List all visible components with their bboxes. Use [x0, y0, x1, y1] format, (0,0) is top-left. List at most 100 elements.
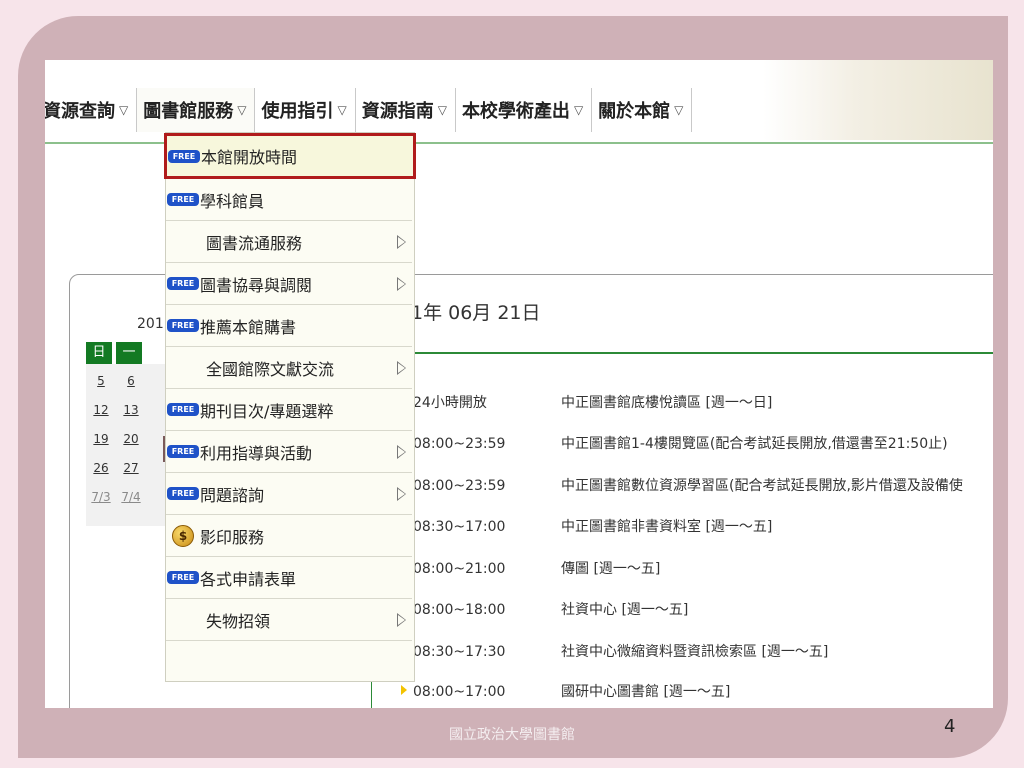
calendar-day[interactable]: 19: [86, 432, 116, 446]
calendar-day[interactable]: 13: [116, 403, 146, 417]
calendar-weekday: 日: [86, 342, 112, 364]
calendar-day[interactable]: 27: [116, 461, 146, 475]
nav-item-label: 關於本館: [598, 101, 671, 122]
caret-down-icon: ▽: [573, 103, 584, 117]
hours-row: 24小時開放 中正圖書館底樓悅讀區 [週一～日]: [413, 392, 772, 412]
calendar-day[interactable]: 5: [86, 374, 116, 388]
hours-time: 08:00~18:00: [413, 602, 506, 618]
date-title: 1年 06月 21日: [411, 302, 541, 324]
hours-time: 08:00~21:00: [413, 561, 506, 577]
nav-item-label: 圖書館服務: [143, 101, 234, 122]
browser-screenshot: 資源查詢 ▽ 圖書館服務 ▽ 使用指引 ▽ 資源指南 ▽ 本校學術產出 ▽ 關於…: [45, 60, 993, 708]
nav-item-resource-search[interactable]: 資源查詢 ▽: [45, 88, 138, 132]
dropdown-item-label: 全國館際文獻交流: [206, 359, 335, 379]
dropdown-item-label: 問題諮詢: [200, 485, 265, 505]
calendar-header: 日 一: [86, 342, 166, 364]
free-icon: FREE: [166, 277, 200, 290]
library-services-dropdown: FREE 本館開放時間 FREE 學科館員 圖書流通服務 FREE 圖書協尋與調…: [164, 132, 416, 682]
free-icon: FREE: [167, 149, 201, 163]
dropdown-item-label: 本館開放時間: [201, 148, 298, 167]
dropdown-item-lost-and-found[interactable]: 失物招領: [166, 599, 412, 641]
free-icon: FREE: [166, 193, 200, 206]
hours-row: 08:00~17:00 國研中心圖書館 [週一～五]: [413, 681, 730, 701]
divider-line: [371, 352, 993, 354]
submenu-arrow-icon: [397, 360, 406, 375]
dropdown-item-label: 各式申請表單: [200, 569, 297, 589]
hours-time: 08:00~17:00: [413, 684, 506, 700]
hours-place: 中正圖書館1-4樓閱覽區(配合考試延長開放,借還書至21:50止): [561, 436, 948, 452]
hours-place: 社資中心 [週一～五]: [561, 602, 689, 618]
header-decoration-image: [763, 60, 993, 140]
calendar-week: 26 27: [86, 453, 166, 482]
free-icon: FREE: [166, 319, 200, 332]
calendar-day[interactable]: 6: [116, 374, 146, 388]
nav-item-label: 資源指南: [361, 101, 434, 122]
nav-item-label: 本校學術產出: [461, 101, 570, 122]
hours-time: 08:00~23:59: [413, 478, 506, 494]
caret-down-icon: ▽: [119, 103, 129, 117]
dropdown-item-circulation[interactable]: 圖書流通服務: [166, 221, 412, 263]
slide-page-number: 4: [944, 716, 956, 737]
free-icon: FREE: [166, 403, 200, 416]
calendar-day[interactable]: 12: [86, 403, 116, 417]
caret-down-icon: ▽: [237, 103, 247, 117]
hours-row: 08:30~17:00 中正圖書館非書資料室 [週一～五]: [413, 516, 772, 536]
dropdown-item-recommend-purchase[interactable]: FREE 推薦本館購書: [166, 305, 412, 347]
hours-place: 中正圖書館非書資料室 [週一～五]: [561, 519, 773, 535]
submenu-arrow-icon: [397, 486, 406, 501]
dropdown-item-label: 失物招領: [206, 611, 271, 631]
hours-row: 08:30~17:30 社資中心微縮資料暨資訊檢索區 [週一～五]: [413, 641, 828, 661]
dropdown-item-label: 學科館員: [200, 191, 265, 211]
calendar-day[interactable]: 26: [86, 461, 116, 475]
calendar-body: 5 6 12 13 19 20 26 27 7/3 7/4: [86, 364, 166, 526]
dropdown-item-journal-toc[interactable]: FREE 期刊目次/專題選粹: [166, 389, 412, 431]
nav-item-resource-guide[interactable]: 資源指南 ▽: [356, 88, 456, 132]
bullet-icon: [401, 685, 407, 695]
mini-calendar: 日 一 5 6 12 13 19 20 26 27 7/3 7/4: [86, 342, 166, 526]
dropdown-item-opening-hours[interactable]: FREE 本館開放時間: [164, 133, 416, 179]
nav-item-library-services[interactable]: 圖書館服務 ▽: [137, 88, 256, 132]
hours-row: 08:00~18:00 社資中心 [週一～五]: [413, 599, 688, 619]
nav-item-label: 使用指引: [261, 101, 334, 122]
hours-place: 中正圖書館底樓悅讀區 [週一～日]: [561, 395, 773, 411]
dropdown-item-subject-librarian[interactable]: FREE 學科館員: [166, 179, 412, 221]
dropdown-item-label: 期刊目次/專題選粹: [200, 401, 334, 421]
dropdown-item-photocopy[interactable]: $ 影印服務: [166, 515, 412, 557]
free-icon: FREE: [166, 445, 200, 458]
nav-item-academic-output[interactable]: 本校學術產出 ▽: [456, 88, 593, 132]
calendar-day[interactable]: 20: [116, 432, 146, 446]
hours-place: 社資中心微縮資料暨資訊檢索區 [週一～五]: [561, 644, 829, 660]
hours-row: 08:00~21:00 傳圖 [週一～五]: [413, 558, 660, 578]
nav-item-about-library[interactable]: 關於本館 ▽: [592, 88, 693, 132]
nav-item-user-guide[interactable]: 使用指引 ▽: [255, 88, 356, 132]
dropdown-item-application-forms[interactable]: FREE 各式申請表單: [166, 557, 412, 599]
calendar-week: 5 6: [86, 366, 166, 395]
dropdown-item-interlibrary[interactable]: 全國館際文獻交流: [166, 347, 412, 389]
nav-menu: 資源查詢 ▽ 圖書館服務 ▽ 使用指引 ▽ 資源指南 ▽ 本校學術產出 ▽ 關於…: [45, 88, 693, 132]
calendar-year: 201: [137, 316, 164, 332]
dropdown-item-label: 推薦本館購書: [200, 317, 297, 337]
coin-icon: $: [166, 524, 200, 547]
caret-down-icon: ▽: [437, 103, 447, 117]
hours-place: 傳圖 [週一～五]: [561, 561, 661, 577]
submenu-arrow-icon: [397, 276, 406, 291]
dropdown-item-book-search-retrieval[interactable]: FREE 圖書協尋與調閱: [166, 263, 412, 305]
calendar-day[interactable]: 7/4: [116, 490, 146, 504]
hours-place: 中正圖書館數位資源學習區(配合考試延長開放,影片借還及設備使: [561, 478, 963, 494]
caret-down-icon: ▽: [674, 103, 684, 117]
hours-time: 08:30~17:30: [413, 644, 506, 660]
calendar-week: 7/3 7/4: [86, 482, 166, 511]
dropdown-item-reference-inquiry[interactable]: FREE 問題諮詢: [166, 473, 412, 515]
hours-place: 國研中心圖書館 [週一～五]: [561, 684, 731, 700]
submenu-arrow-icon: [397, 612, 406, 627]
nav-item-label: 資源查詢: [45, 101, 115, 122]
hours-row: 08:00~23:59 中正圖書館1-4樓閱覽區(配合考試延長開放,借還書至21:…: [413, 433, 948, 453]
hours-time: 08:30~17:00: [413, 519, 506, 535]
dropdown-item-instruction-activities[interactable]: FREE 利用指導與活動: [166, 431, 412, 473]
free-icon: FREE: [166, 487, 200, 500]
caret-down-icon: ▽: [337, 103, 347, 117]
hours-time: 24小時開放: [413, 395, 487, 411]
calendar-day[interactable]: 7/3: [86, 490, 116, 504]
dropdown-item-label: 利用指導與活動: [200, 443, 313, 463]
free-icon: FREE: [166, 571, 200, 584]
